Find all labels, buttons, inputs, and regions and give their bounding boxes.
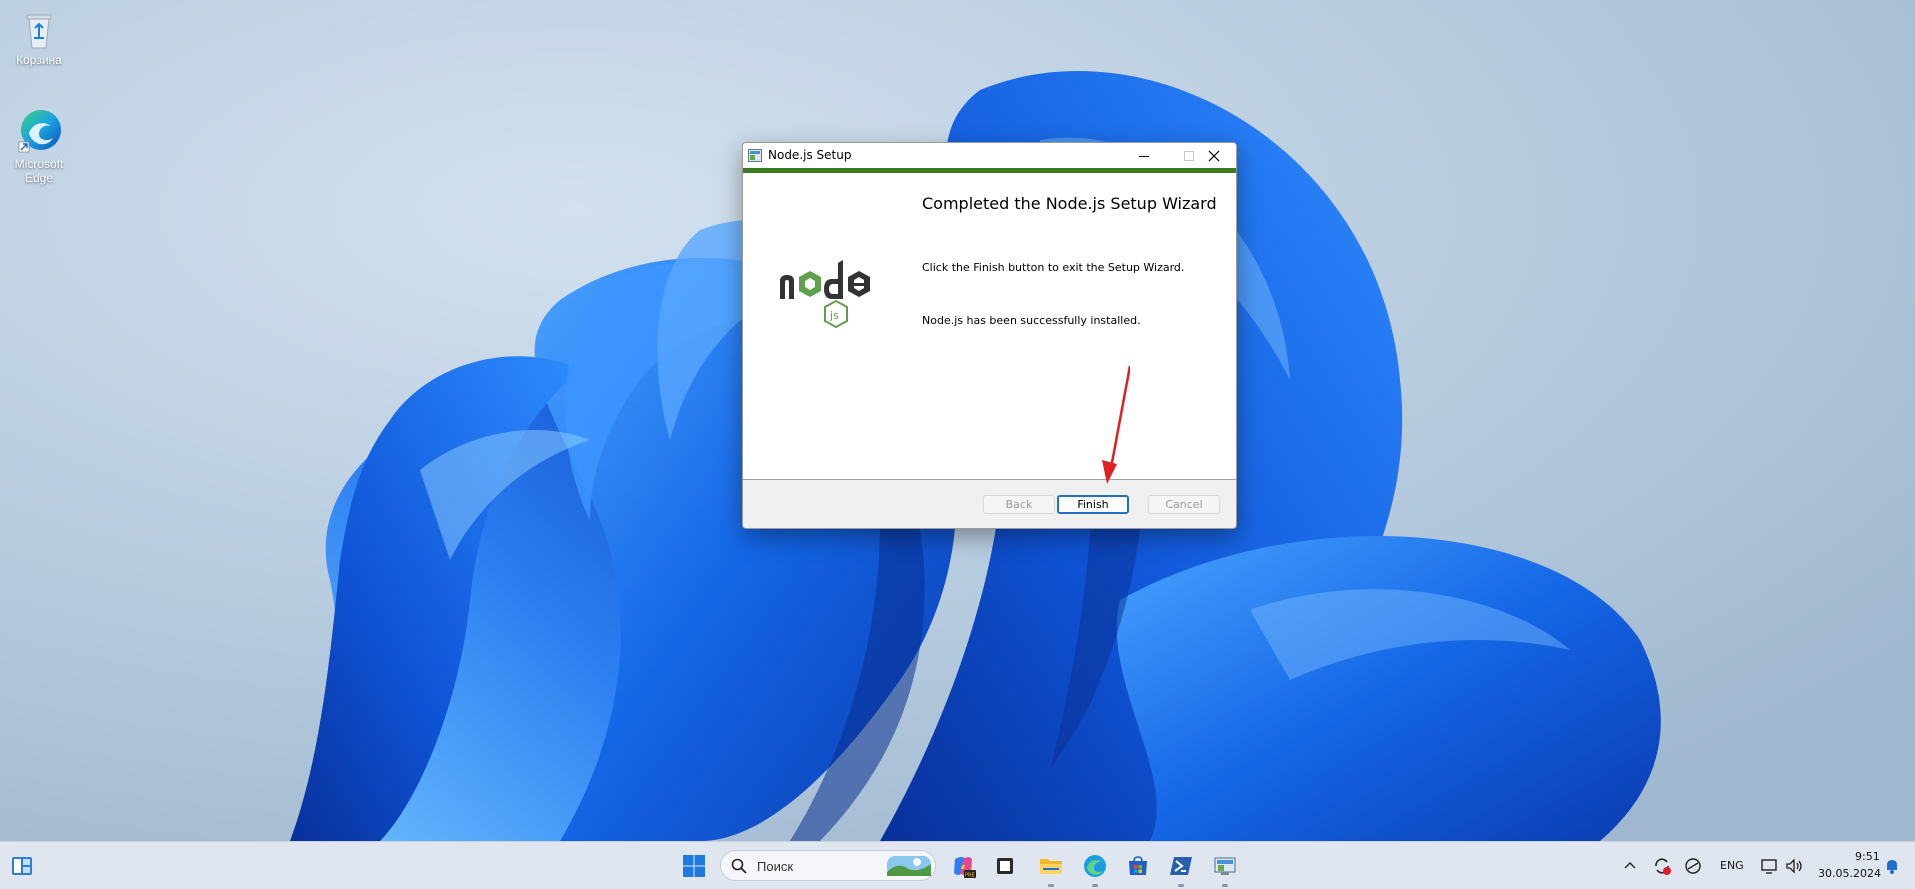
tray-network-button[interactable] [1679,852,1707,880]
back-button: Back [983,495,1055,514]
minimize-icon [1138,155,1149,157]
file-explorer-icon [1040,859,1062,874]
clock-time[interactable]: 9:51 [1855,850,1880,863]
display-icon [1761,859,1777,874]
wizard-heading: Completed the Node.js Setup Wizard [922,194,1217,213]
tray-overflow-button[interactable] [1616,852,1644,880]
taskbar-powershell[interactable] [1167,852,1195,880]
annotation-arrow [1102,365,1130,484]
svg-text:js: js [829,309,839,322]
installer-icon [748,149,762,162]
taskbar-nodejs-setup[interactable] [1211,852,1239,880]
taskbar-copilot[interactable]: PRE [949,852,977,880]
sync-alert-icon [1655,858,1671,875]
taskbar-search-box[interactable]: Поиск [720,850,936,881]
desktop-icon-label: Корзина [16,53,62,67]
nodejs-logo-icon: js [780,260,870,329]
clock-date[interactable]: 30.05.2024 [1818,867,1881,880]
windows-start-icon [683,855,705,877]
taskbar: Поиск PRE ENG 9:51 30.05.2024 [0,841,1915,889]
chevron-up-icon [1624,862,1636,869]
notifications-button[interactable] [1878,852,1906,880]
widgets-button[interactable] [8,852,36,880]
powershell-icon [1170,857,1192,875]
wizard-status: Node.js has been successfully installed. [922,314,1141,327]
accent-bar [743,168,1236,173]
running-indicators [1048,884,1228,887]
copilot-icon: PRE [954,857,976,879]
tray-volume-button[interactable] [1780,852,1808,880]
volume-icon [1786,858,1802,874]
desktop: Корзина Microsoft Edge Node.js Setup js … [0,0,1915,841]
bell-icon [1887,860,1897,874]
language-indicator[interactable]: ENG [1720,859,1744,872]
tray-update-button[interactable] [1648,852,1676,880]
search-highlight-icon [887,856,931,876]
taskbar-microsoft-store[interactable] [1124,852,1152,880]
task-view-icon [997,858,1013,874]
wizard-instruction: Click the Finish button to exit the Setu… [922,261,1185,274]
desktop-icon-recycle-bin[interactable]: Корзина [1,10,77,67]
title-bar[interactable]: Node.js Setup [743,143,1236,168]
edge-icon [18,110,61,153]
minimize-button[interactable] [1121,143,1166,168]
edge-icon [1084,855,1106,877]
installer-icon [1214,857,1236,875]
taskbar-task-view[interactable] [991,852,1019,880]
start-button[interactable] [680,852,708,880]
desktop-icon-label: Microsoft Edge [14,157,64,185]
taskbar-file-explorer[interactable] [1037,852,1065,880]
search-icon [731,858,747,874]
finish-button[interactable]: Finish [1057,495,1129,514]
taskbar-edge[interactable] [1081,852,1109,880]
store-icon [1129,856,1147,875]
dialog-footer: Back Finish Cancel [743,479,1236,528]
recycle-bin-icon [26,14,52,49]
nodejs-setup-dialog: Node.js Setup js Completed the Node.js S… [742,142,1237,529]
network-icon [1685,858,1701,874]
widgets-icon [12,857,32,875]
close-button[interactable] [1191,143,1236,168]
svg-text:PRE: PRE [965,873,975,879]
cancel-button: Cancel [1148,495,1220,514]
desktop-icon-microsoft-edge[interactable]: Microsoft Edge [1,108,77,185]
search-placeholder: Поиск [757,859,794,874]
window-title: Node.js Setup [768,148,852,162]
close-icon [1208,150,1219,161]
